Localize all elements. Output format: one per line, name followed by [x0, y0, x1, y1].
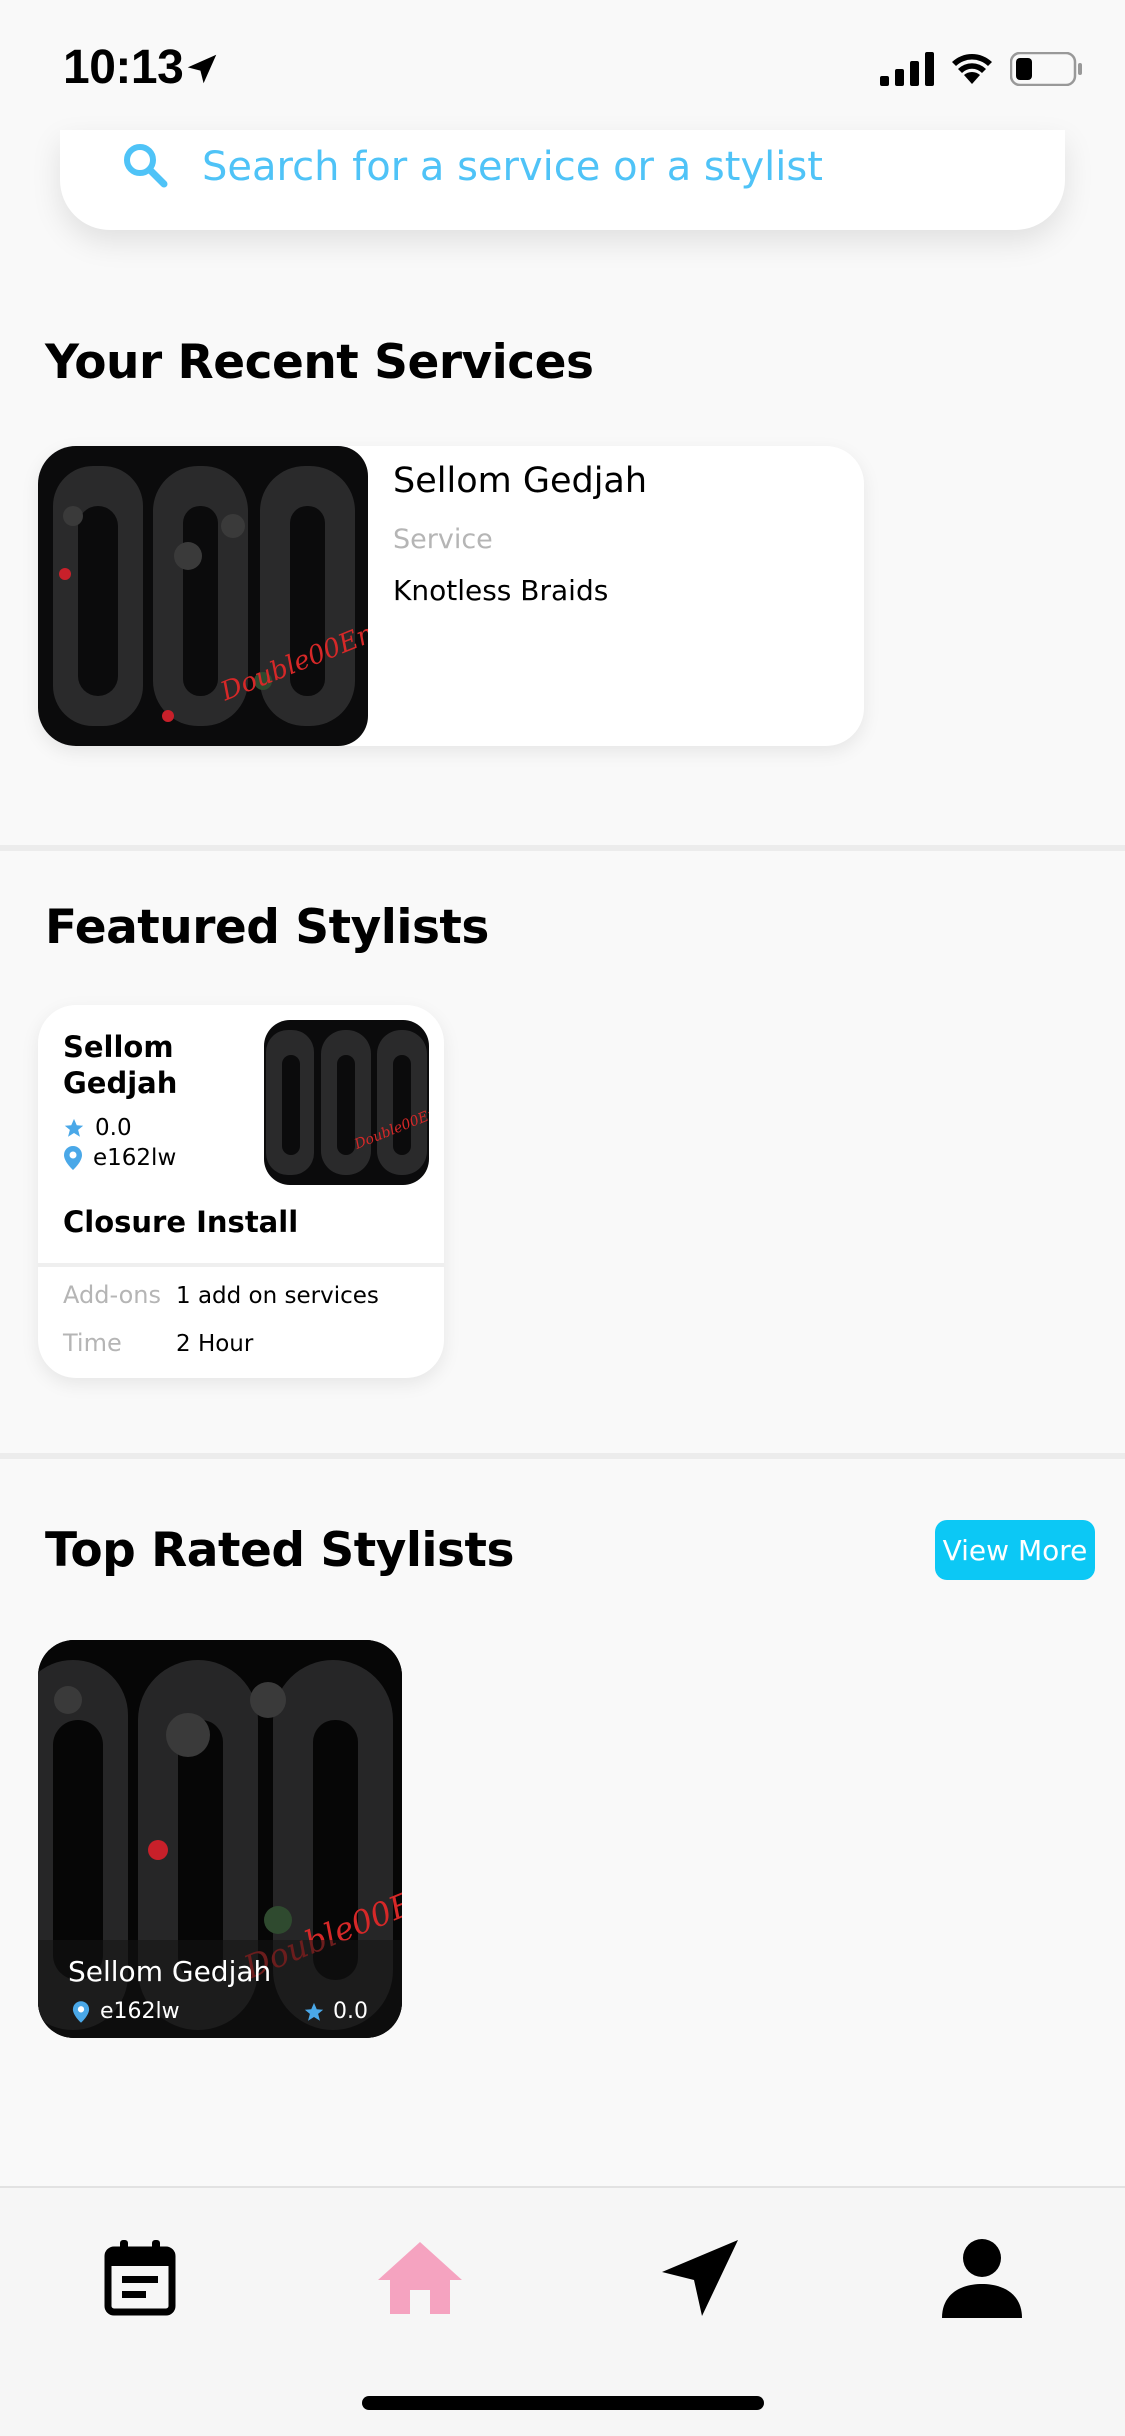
profile-icon: [942, 2239, 1022, 2318]
search-input[interactable]: [202, 136, 1022, 198]
tab-profile[interactable]: [932, 2228, 1032, 2328]
search-icon: [124, 144, 168, 188]
tab-explore[interactable]: [650, 2228, 750, 2328]
time-label: Time: [63, 1329, 122, 1357]
location-pin-icon: [64, 1146, 82, 1170]
card-divider: [38, 1263, 444, 1267]
location-pin-icon: [72, 2000, 90, 2023]
tab-home[interactable]: [370, 2228, 470, 2328]
featured-stylist-card[interactable]: Sellom Gedjah Double00Ent 0.0 e162lw Clo…: [38, 1005, 444, 1378]
rating-value: 0.0: [95, 1115, 132, 1141]
signal-icon: [880, 52, 934, 86]
section-divider: [0, 1453, 1125, 1459]
addons-value: 1 add on services: [176, 1283, 379, 1309]
section-divider: [0, 845, 1125, 851]
featured-stylist-name: Sellom Gedjah: [63, 1030, 178, 1100]
time-value: 2 Hour: [176, 1331, 254, 1357]
top-stylist-name: Sellom Gedjah: [68, 1955, 272, 1988]
addons-label: Add-ons: [63, 1281, 161, 1309]
top-rated-title: Top Rated Stylists: [45, 1523, 514, 1578]
tab-appointments[interactable]: [90, 2228, 190, 2328]
stylist-photo: Double00Ent: [264, 1020, 429, 1185]
view-more-button[interactable]: View More: [935, 1520, 1095, 1580]
featured-location: e162lw: [63, 1145, 176, 1171]
battery-icon: [1010, 52, 1082, 86]
star-icon: [64, 1118, 84, 1137]
service-label: Service: [393, 524, 493, 555]
navigation-icon: [662, 2240, 738, 2316]
recent-stylist-name: Sellom Gedjah: [393, 461, 648, 501]
service-name: Knotless Braids: [393, 574, 609, 607]
top-rated-stylist-card[interactable]: Double00Ent Sellom Gedjah e162lw 0.0: [38, 1640, 402, 2038]
featured-stylists-title: Featured Stylists: [45, 900, 489, 955]
recent-services-title: Your Recent Services: [45, 335, 594, 390]
featured-service-name: Closure Install: [63, 1205, 299, 1239]
location-arrow-icon: [187, 54, 217, 84]
location-value: e162lw: [100, 1999, 180, 2024]
star-icon: [304, 2002, 324, 2021]
home-icon: [378, 2242, 462, 2314]
stylist-photo: Double00Ent: [38, 446, 368, 746]
status-time: 10:13: [63, 41, 184, 94]
featured-rating: 0.0: [63, 1115, 132, 1141]
home-indicator[interactable]: [362, 2396, 764, 2410]
wifi-icon: [952, 54, 992, 84]
top-stylist-rating: 0.0: [303, 1999, 368, 2024]
rating-value: 0.0: [333, 1999, 368, 2024]
location-value: e162lw: [93, 1145, 177, 1171]
status-bar: 10:13: [0, 0, 1125, 130]
search-bar[interactable]: [60, 130, 1065, 230]
calendar-icon: [104, 2240, 176, 2316]
top-stylist-location: e162lw: [72, 1999, 180, 2024]
recent-service-card[interactable]: Double00Ent Sellom Gedjah Service Knotle…: [38, 446, 864, 746]
